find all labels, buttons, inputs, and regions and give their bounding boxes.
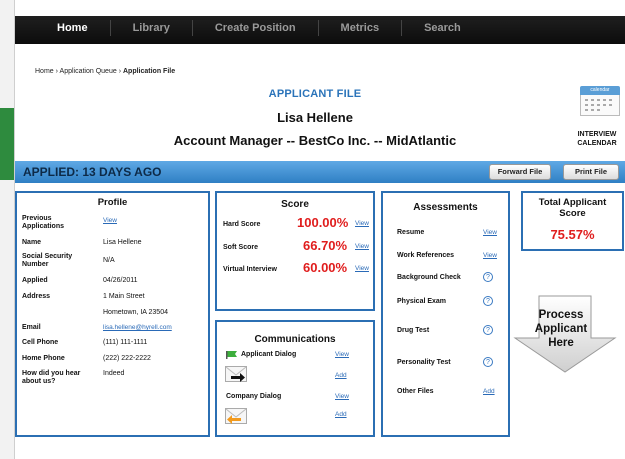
soft-score-view-link[interactable]: View bbox=[355, 243, 369, 250]
email-link[interactable]: lisa.hellene@hyrell.com bbox=[103, 324, 172, 331]
work-references-view-link[interactable]: View bbox=[483, 252, 497, 259]
breadcrumb: Home › Application Queue › Application F… bbox=[35, 68, 176, 75]
side-tab bbox=[0, 108, 14, 180]
process-line1: Process bbox=[538, 309, 584, 321]
hard-score-view-link[interactable]: View bbox=[355, 220, 369, 227]
profile-panel: Profile Previous Applications View Name … bbox=[15, 191, 210, 437]
assessments-title: Assessments bbox=[413, 202, 478, 213]
applicant-dialog-view-link[interactable]: View bbox=[335, 351, 349, 358]
process-applicant-button[interactable]: Process Applicant Here bbox=[511, 292, 621, 378]
applicant-dialog-add-link[interactable]: Add bbox=[335, 372, 347, 379]
applied-status: APPLIED: 13 DAYS AGO bbox=[23, 165, 162, 179]
score-title: Score bbox=[281, 199, 309, 210]
communications-title: Communications bbox=[254, 334, 336, 345]
nav-library[interactable]: Library bbox=[111, 20, 193, 36]
page-title: APPLICANT FILE bbox=[268, 88, 362, 100]
profile-name: Lisa Hellene bbox=[103, 239, 142, 246]
virtual-interview-view-link[interactable]: View bbox=[355, 265, 369, 272]
resume-view-link[interactable]: View bbox=[483, 229, 497, 236]
previous-applications-view-link[interactable]: View bbox=[103, 217, 117, 224]
soft-score-value: 66.70% bbox=[303, 238, 348, 253]
nav-metrics[interactable]: Metrics bbox=[319, 20, 403, 36]
virtual-interview-value: 60.00% bbox=[303, 260, 348, 275]
calendar-icon-text: calendar bbox=[580, 86, 620, 95]
hard-score-value: 100.00% bbox=[297, 215, 349, 230]
assessments-panel: Assessments Resume View Work References … bbox=[381, 191, 510, 437]
mail-send-icon[interactable] bbox=[225, 366, 247, 382]
company-dialog-add-link[interactable]: Add bbox=[335, 411, 347, 418]
personality-test-help-icon[interactable]: ? bbox=[483, 357, 493, 367]
score-panel: Score Hard Score 100.00% View Soft Score… bbox=[215, 191, 375, 311]
nav-home[interactable]: Home bbox=[35, 20, 111, 36]
applicant-position: Account Manager -- BestCo Inc. -- MidAtl… bbox=[173, 133, 457, 148]
nav-items: Home Library Create Position Metrics Sea… bbox=[35, 20, 483, 36]
calendar-icon[interactable]: calendar bbox=[580, 86, 620, 116]
physical-exam-help-icon[interactable]: ? bbox=[483, 296, 493, 306]
breadcrumb-home[interactable]: Home bbox=[35, 68, 54, 75]
top-nav: Home Library Create Position Metrics Sea… bbox=[15, 0, 625, 44]
total-score-value: 75.57% bbox=[550, 227, 595, 242]
other-files-add-link[interactable]: Add bbox=[483, 388, 495, 395]
total-score-panel: Total Applicant Score 75.57% bbox=[521, 191, 624, 251]
applicant-name: Lisa Hellene bbox=[277, 110, 353, 125]
forward-file-button[interactable]: Forward File bbox=[489, 164, 551, 180]
drug-test-help-icon[interactable]: ? bbox=[483, 325, 493, 335]
mail-receive-icon[interactable] bbox=[225, 408, 247, 424]
profile-title: Profile bbox=[97, 197, 128, 208]
applicant-header: APPLICANT FILE Lisa Hellene Account Mana… bbox=[115, 88, 515, 148]
process-line3: Here bbox=[548, 337, 574, 349]
company-dialog-view-link[interactable]: View bbox=[335, 393, 349, 400]
interview-calendar-label[interactable]: INTERVIEW CALENDAR bbox=[567, 130, 625, 148]
total-score-title: Total Applicant Score bbox=[538, 197, 607, 219]
breadcrumb-current: Application File bbox=[122, 68, 176, 75]
nav-create-position[interactable]: Create Position bbox=[193, 20, 319, 36]
flag-icon bbox=[226, 351, 237, 359]
print-file-button[interactable]: Print File bbox=[563, 164, 619, 180]
nav-search[interactable]: Search bbox=[402, 20, 483, 36]
process-line2: Applicant bbox=[534, 323, 588, 335]
breadcrumb-queue[interactable]: Application Queue bbox=[60, 68, 117, 75]
communications-panel: Communications Applicant Dialog View Add… bbox=[215, 320, 375, 437]
page: Home Library Create Position Metrics Sea… bbox=[14, 0, 625, 459]
background-check-help-icon[interactable]: ? bbox=[483, 272, 493, 282]
status-banner: APPLIED: 13 DAYS AGO Forward File Print … bbox=[15, 161, 625, 183]
